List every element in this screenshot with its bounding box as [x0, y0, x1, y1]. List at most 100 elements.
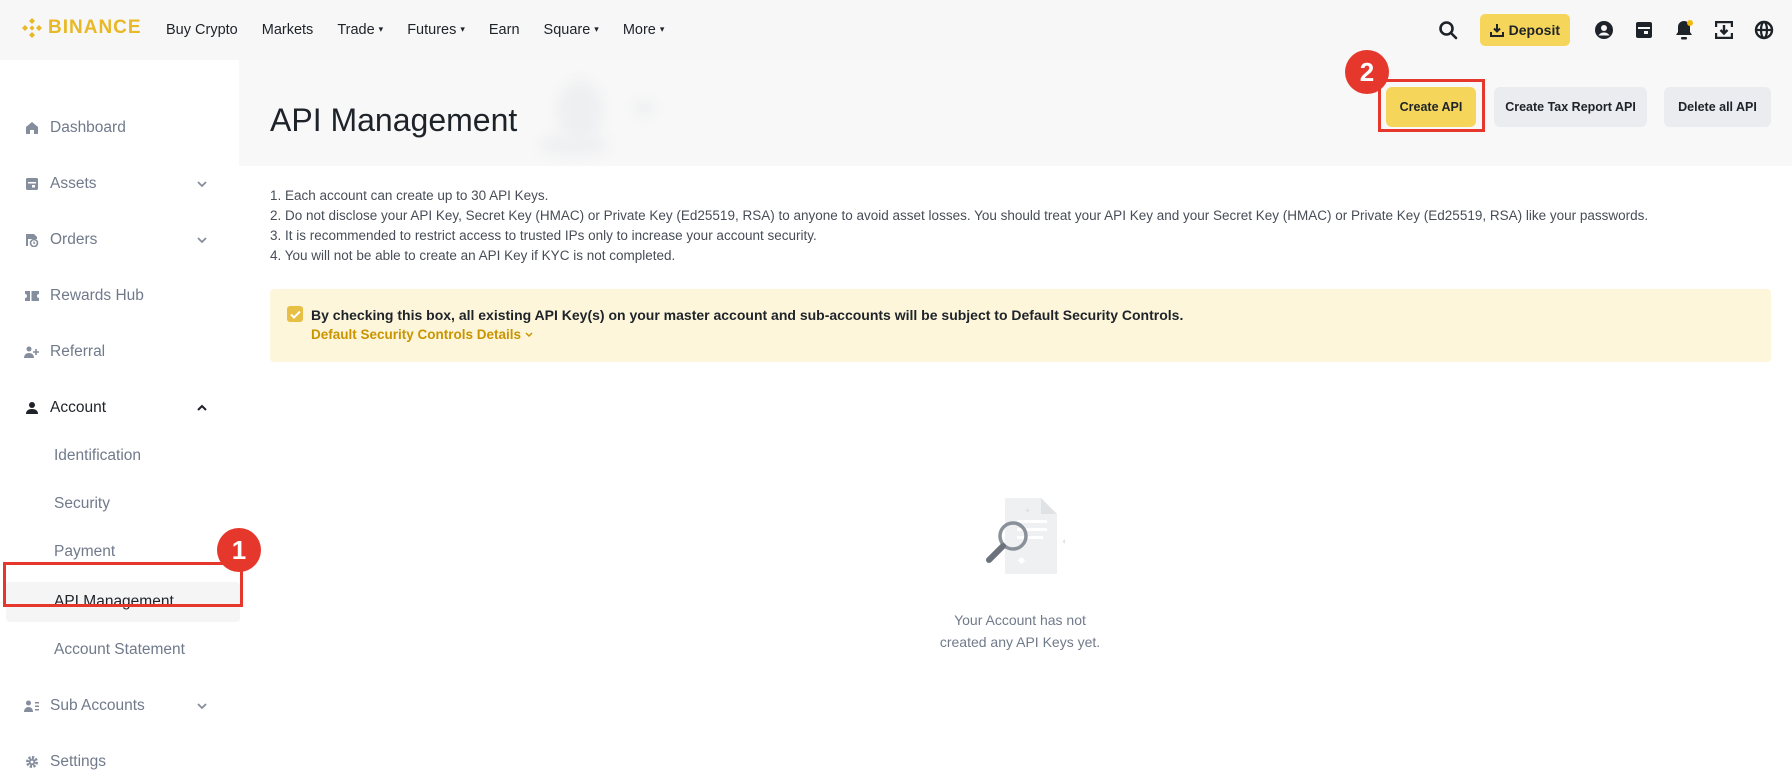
annotation-badge-step1: 1	[217, 528, 261, 572]
nav-label: Markets	[261, 22, 314, 38]
sidebar-subitem-label: Security	[54, 495, 110, 512]
sidebar-item-orders[interactable]: Orders	[0, 220, 239, 260]
chevron-down-icon	[197, 703, 207, 710]
checkmark-icon	[289, 310, 301, 319]
nav-more[interactable]: More ▾	[623, 22, 665, 38]
nav-earn[interactable]: Earn	[489, 22, 520, 38]
page-title: API Management	[270, 102, 518, 138]
sidebar-subitem-security[interactable]: Security	[0, 484, 239, 524]
home-icon	[24, 120, 40, 136]
transfer-icon	[1715, 21, 1733, 39]
deposit-button[interactable]: Deposit	[1479, 14, 1570, 46]
download-icon	[1489, 24, 1504, 37]
nav-square[interactable]: Square ▾	[544, 22, 599, 38]
binance-logo-icon	[22, 18, 42, 38]
banner-text: By checking this box, all existing API K…	[311, 307, 1184, 323]
nav-right-actions: Deposit	[1428, 0, 1792, 60]
sidebar-subitem-account-statement[interactable]: Account Statement	[0, 630, 239, 670]
sidebar-item-label: Referral	[50, 343, 106, 360]
logo-text: BINANCE	[48, 17, 142, 38]
user-icon	[24, 400, 40, 416]
user-icon	[1595, 21, 1613, 39]
wallet-icon	[24, 176, 40, 192]
nav-futures[interactable]: Futures ▾	[407, 22, 465, 38]
language-button[interactable]	[1744, 10, 1784, 50]
decorative-blob	[557, 80, 603, 140]
delete-all-api-button[interactable]: Delete all API	[1664, 87, 1771, 127]
globe-icon	[1754, 20, 1774, 40]
wallet-icon	[1636, 22, 1652, 38]
sidebar-item-assets[interactable]: Assets	[0, 164, 239, 204]
note-line: 3. It is recommended to restrict access …	[270, 228, 817, 243]
chevron-down-icon	[525, 331, 533, 337]
chevron-down-icon: ▾	[460, 23, 465, 34]
chevron-down-icon: ▾	[594, 23, 599, 34]
nav-label: Futures	[407, 22, 457, 38]
sidebar-item-label: Settings	[50, 753, 107, 770]
sidebar-item-rewards-hub[interactable]: Rewards Hub	[0, 276, 239, 316]
chevron-down-icon	[197, 181, 207, 188]
nav-markets[interactable]: Markets	[262, 22, 314, 38]
nav-label: Trade	[337, 22, 375, 38]
notification-dot	[1687, 20, 1693, 26]
add-user-icon	[24, 344, 40, 360]
sidebar-item-label: Sub Accounts	[50, 697, 145, 714]
annotation-box-step2	[1378, 79, 1485, 132]
security-controls-details-link[interactable]: Default Security Controls Details	[311, 327, 533, 342]
empty-state: Your Account has not created any API Key…	[920, 490, 1120, 653]
wallet-button[interactable]	[1624, 10, 1664, 50]
no-results-illustration-icon	[986, 498, 1067, 574]
sidebar-item-label: Dashboard	[50, 119, 126, 136]
sidebar-item-referral[interactable]: Referral	[0, 332, 239, 372]
ticket-icon	[24, 288, 40, 304]
sidebar-subitem-label: Identification	[54, 447, 142, 464]
decorative-blob	[539, 135, 609, 155]
sidebar-item-settings[interactable]: Settings	[0, 742, 239, 782]
security-controls-banner: By checking this box, all existing API K…	[270, 289, 1771, 362]
notifications-button[interactable]	[1664, 10, 1704, 50]
sub-accounts-icon	[24, 698, 40, 714]
sidebar-subitem-label: Account Statement	[54, 641, 185, 658]
sidebar-subitem-label: Payment	[54, 543, 116, 560]
nav-buy-crypto[interactable]: Buy Crypto	[166, 22, 238, 38]
deposit-label: Deposit	[1508, 22, 1560, 38]
chevron-down-icon: ▾	[659, 23, 665, 34]
sidebar-item-label: Rewards Hub	[50, 287, 144, 304]
transfer-button[interactable]	[1704, 10, 1744, 50]
default-security-checkbox[interactable]	[287, 306, 303, 322]
note-line: 2. Do not disclose your API Key, Secret …	[270, 208, 1649, 223]
annotation-box-step1	[3, 562, 243, 607]
create-tax-report-api-button[interactable]: Create Tax Report API	[1494, 87, 1647, 127]
empty-state-line2: created any API Keys yet.	[939, 634, 1101, 650]
search-button[interactable]	[1428, 10, 1468, 50]
sidebar-item-label: Assets	[50, 175, 97, 192]
sidebar-item-account[interactable]: Account	[0, 388, 239, 428]
annotation-badge-step2: 2	[1345, 50, 1389, 94]
sidebar-item-label: Orders	[50, 231, 98, 248]
top-navigation: BINANCE Buy Crypto Markets Trade ▾ Future…	[0, 0, 1792, 60]
chevron-down-icon	[197, 237, 207, 244]
sidebar-subitem-identification[interactable]: Identification	[0, 436, 239, 476]
chevron-up-icon	[197, 404, 207, 411]
decorative-blob	[634, 100, 654, 116]
sidebar-item-dashboard[interactable]: Dashboard	[0, 108, 239, 148]
search-icon	[1438, 21, 1457, 40]
orders-icon	[24, 232, 40, 248]
gear-icon	[24, 754, 40, 770]
sidebar: Dashboard Assets Orders Rewards Hub Refe…	[0, 60, 240, 782]
note-line: 4. You will not be able to create an API…	[270, 248, 676, 263]
nav-label: Square	[543, 22, 591, 38]
chevron-down-icon: ▾	[378, 23, 384, 34]
sidebar-item-label: Account	[50, 399, 107, 416]
profile-button[interactable]	[1584, 10, 1624, 50]
sidebar-item-sub-accounts[interactable]: Sub Accounts	[0, 686, 239, 726]
note-line: 1. Each account can create up to 30 API …	[270, 188, 549, 203]
nav-label: Buy Crypto	[166, 22, 238, 38]
nav-links: Buy Crypto Markets Trade ▾ Futures ▾ Earn …	[166, 0, 688, 60]
nav-label: Earn	[488, 22, 520, 38]
nav-trade[interactable]: Trade ▾	[337, 22, 383, 38]
api-notes: 1. Each account can create up to 30 API …	[270, 186, 1648, 266]
link-label: Default Security Controls Details	[311, 327, 522, 342]
empty-state-line1: Your Account has not	[954, 612, 1086, 628]
binance-logo[interactable]: BINANCE	[21, 17, 142, 39]
